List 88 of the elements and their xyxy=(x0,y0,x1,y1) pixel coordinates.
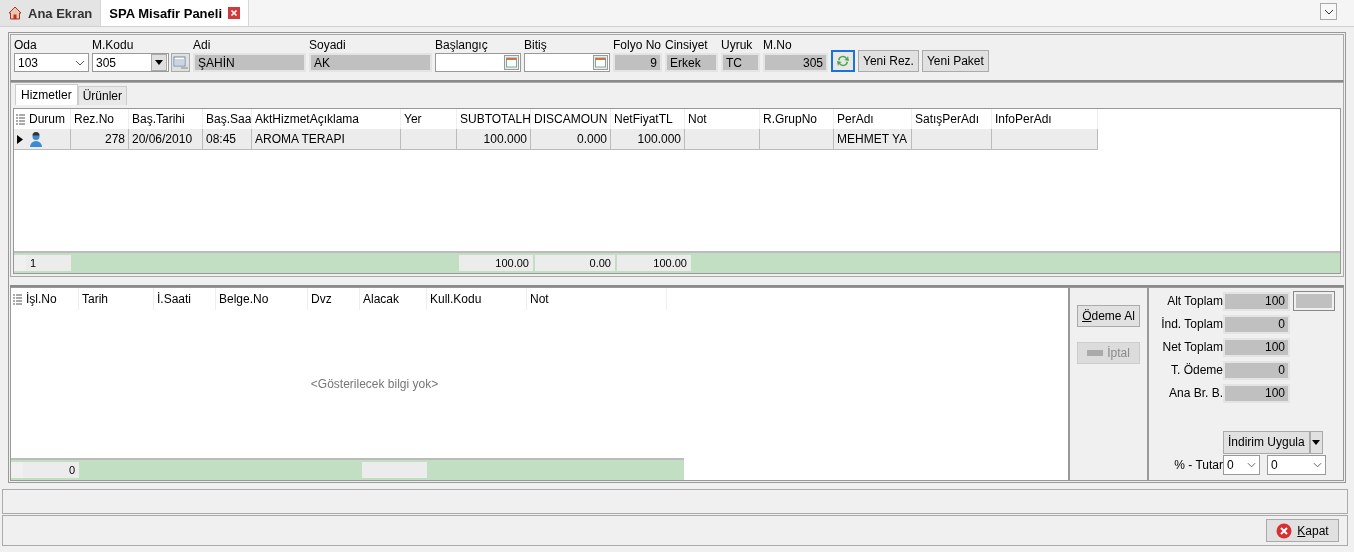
action-button[interactable]: Ödeme Al xyxy=(1077,305,1140,327)
total-field: 0 xyxy=(1223,360,1290,380)
total-label: T. Ödeme xyxy=(1170,363,1223,377)
close-button[interactable]: Kapat xyxy=(1266,519,1339,542)
section-tab[interactable]: Ürünler xyxy=(77,86,128,105)
header-button[interactable]: Yeni Paket xyxy=(921,50,989,72)
field-label: Soyadi xyxy=(309,38,347,53)
percent-select[interactable]: 0 xyxy=(1223,455,1260,475)
field-label: Adi xyxy=(193,38,212,53)
field-label: M.Kodu xyxy=(92,38,135,53)
empty-message: <Gösterilecek bilgi yok> xyxy=(310,377,439,391)
refresh-button[interactable] xyxy=(831,50,855,72)
column-chooser-icon[interactable] xyxy=(14,113,26,125)
date-field[interactable] xyxy=(435,53,521,72)
table-cell: 278 xyxy=(71,129,129,149)
total-field: 100 xyxy=(1223,291,1290,311)
tab-menu-button[interactable] xyxy=(1320,3,1337,20)
table-row[interactable]: 278 20/06/2010 08:45 AROMA TERAPI 100.000 0.000 100.000 MEHMET YA xyxy=(14,129,1098,150)
table-cell: 100.000 xyxy=(457,129,531,149)
total-field: 0 xyxy=(1223,314,1290,334)
page-tab[interactable]: SPA Misafir Paneli xyxy=(101,0,249,26)
column-header[interactable]: Belge.No xyxy=(216,288,308,310)
table-cell: 100.000 xyxy=(611,129,685,149)
dropdown-arrow-icon xyxy=(1312,439,1321,445)
close-icon xyxy=(1276,522,1293,539)
chevron-icon xyxy=(1323,8,1334,15)
column-header[interactable]: İşl.No xyxy=(23,288,79,310)
home-icon xyxy=(8,6,22,20)
field-label: Uyruk xyxy=(721,38,754,53)
column-header[interactable]: İ.Saati xyxy=(154,288,216,310)
amount-select[interactable]: 0 xyxy=(1267,455,1326,475)
person-icon xyxy=(29,131,43,147)
field-label: % - Tutar xyxy=(1174,458,1223,472)
dropdown-arrow-icon xyxy=(155,60,163,65)
readonly-field: 305 xyxy=(763,53,828,72)
chevron-icon xyxy=(1247,462,1256,468)
total-field: 100 xyxy=(1223,337,1290,357)
total-cell: 100.00 xyxy=(617,255,691,271)
table-cell: AROMA TERAPI xyxy=(252,129,401,149)
calendar-icon[interactable] xyxy=(593,55,608,70)
section-tab[interactable]: Hizmetler xyxy=(15,84,78,105)
row-count: 0 xyxy=(23,462,79,478)
field-label: Folyo No xyxy=(613,38,662,53)
total-label: Net Toplam xyxy=(1162,340,1223,354)
column-header[interactable]: Alacak xyxy=(360,288,427,310)
code-select[interactable]: 305 xyxy=(92,53,169,72)
field-label: M.No xyxy=(763,38,793,53)
column-header[interactable]: Dvz xyxy=(308,288,360,310)
refresh-icon xyxy=(835,53,851,69)
column-header[interactable]: Not xyxy=(527,288,667,310)
row-pointer-icon xyxy=(17,134,23,144)
bar-icon xyxy=(1087,350,1104,356)
readonly-field: 9 xyxy=(613,53,662,72)
field-label: Cinsiyet xyxy=(665,38,709,53)
row-count: 1 xyxy=(26,255,71,271)
page-tab[interactable]: Ana Ekran xyxy=(0,0,102,26)
table-cell: 20/06/2010 xyxy=(129,129,203,149)
column-header[interactable]: Tarih xyxy=(79,288,154,310)
total-cell: 100.00 xyxy=(459,255,533,271)
readonly-field: Erkek xyxy=(665,53,718,72)
column-header[interactable]: Kull.Kodu xyxy=(427,288,527,310)
header-button[interactable]: Yeni Rez. xyxy=(858,50,919,72)
readonly-field: AK xyxy=(309,53,432,72)
table-cell: 0.000 xyxy=(531,129,611,149)
calendar-icon[interactable] xyxy=(504,55,519,70)
total-label: Ana Br. B. xyxy=(1168,386,1223,400)
chevron-icon xyxy=(75,59,85,66)
total-field: 100 xyxy=(1223,383,1290,403)
field-label: Başlangıç xyxy=(435,38,489,53)
footer-cell xyxy=(14,255,26,271)
field-label: Oda xyxy=(14,38,38,53)
date-field[interactable] xyxy=(524,53,610,72)
table-cell: MEHMET YA xyxy=(834,129,912,149)
total-cell: 0.00 xyxy=(535,255,615,271)
column-chooser-icon[interactable] xyxy=(11,293,23,305)
readonly-field: ŞAHİN xyxy=(193,53,306,72)
footer-cell xyxy=(11,462,23,478)
dropdown-button[interactable] xyxy=(151,54,167,71)
footer-cell xyxy=(362,462,427,478)
total-label: Alt Toplam xyxy=(1167,294,1223,308)
table-cell: 08:45 xyxy=(203,129,252,149)
room-select[interactable]: 103 xyxy=(14,53,89,72)
close-icon[interactable] xyxy=(228,7,240,19)
total-label: İnd. Toplam xyxy=(1161,317,1223,331)
apply-discount-button[interactable]: İndirim Uygula xyxy=(1223,430,1310,454)
chevron-icon xyxy=(1313,462,1322,468)
readonly-field: TC xyxy=(721,53,760,72)
field-label: Bitiş xyxy=(524,38,548,53)
